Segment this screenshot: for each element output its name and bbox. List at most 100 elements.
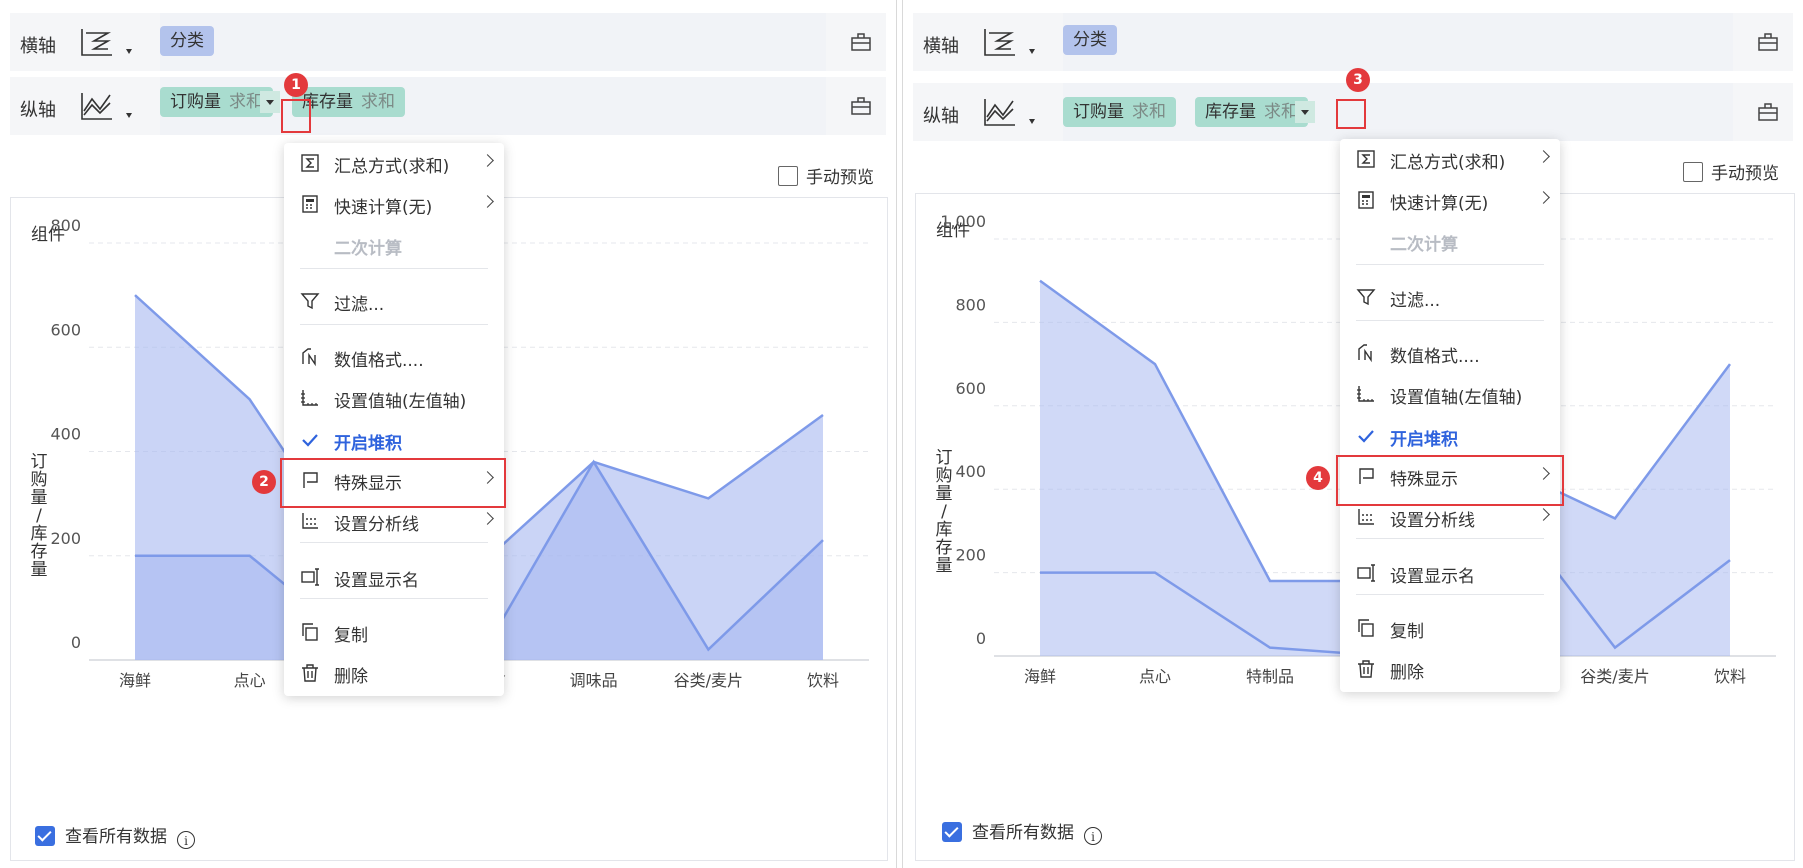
menu-separator (300, 268, 488, 269)
x-tick-label: 海鲜 (1024, 667, 1056, 686)
x-axis-caret-icon[interactable] (126, 49, 132, 54)
view-all-checkbox[interactable] (942, 822, 962, 842)
y-tick-label: 600 (955, 379, 986, 398)
measure-pill-caret-icon[interactable] (260, 91, 280, 113)
menu-item-label: 过滤... (334, 295, 385, 315)
analysis-line-icon (302, 513, 318, 529)
measure-pill-caret-icon[interactable] (1295, 101, 1315, 123)
menu-item[interactable]: 设置显示名 (284, 557, 504, 597)
menu-item[interactable]: 快速计算(无) (284, 184, 504, 224)
panel-divider (896, 0, 903, 868)
menu-item-label: 删除 (334, 667, 368, 687)
menu-item-label: 设置分析线 (334, 515, 419, 535)
highlight-box-stack (1336, 455, 1564, 506)
menu-item-label: 过滤... (1390, 291, 1441, 311)
info-icon[interactable]: i (1084, 827, 1102, 845)
menu-item[interactable]: 快速计算(无) (1340, 180, 1560, 220)
menu-separator (1356, 594, 1544, 595)
menu-item[interactable]: 设置显示名 (1340, 553, 1560, 593)
menu-item[interactable]: 过滤... (284, 281, 504, 321)
y-tick-label: 400 (955, 462, 986, 481)
menu-item[interactable]: 删除 (284, 653, 504, 693)
x-axis-caret-icon[interactable] (1029, 49, 1035, 54)
axis-settings-icon[interactable] (850, 96, 872, 116)
x-tick-label: 谷类/麦片 (674, 671, 743, 690)
value-axis-icon (301, 390, 318, 406)
view-all-data[interactable]: 查看所有数据 i (35, 822, 195, 849)
view-all-checkbox[interactable] (35, 826, 55, 846)
calculator-icon (1358, 191, 1374, 209)
dimension-pill-category[interactable]: 分类 (160, 26, 214, 56)
sigma-icon (301, 154, 319, 172)
number-format-icon (1358, 344, 1372, 363)
axis-settings-icon[interactable] (1757, 102, 1779, 122)
y-axis-row: 纵轴 订购量 求和 库存量 求和 (10, 77, 886, 135)
axis-settings-icon[interactable] (850, 32, 872, 52)
number-format-icon (302, 348, 316, 367)
menu-item[interactable]: 过滤... (1340, 277, 1560, 317)
chevron-right-icon (481, 154, 494, 167)
measure-dropdown-menu: 汇总方式(求和) 快速计算(无) 二次计算过滤... 数值格式.... 设置值轴(左值轴… (284, 143, 504, 696)
right-panel: 横轴 分类 纵轴 订购量 求和 库存量 求和 手动预览 组件 订 购 量 / 库… (903, 0, 1803, 868)
y-axis-drop-zone[interactable]: 订购量 求和 库存量 求和 (1063, 83, 1733, 141)
step-badge: 4 (1306, 466, 1330, 490)
menu-item[interactable]: 设置值轴(左值轴) (1340, 374, 1560, 414)
menu-item-label: 开启堆积 (334, 434, 402, 454)
measure-pill-order-qty[interactable]: 订购量 求和 (1063, 97, 1176, 127)
menu-item[interactable]: 数值格式.... (1340, 333, 1560, 373)
y-axis-type-icon[interactable] (981, 95, 1019, 129)
menu-item[interactable]: 开启堆积 (1340, 416, 1560, 456)
x-tick-label: 饮料 (807, 671, 839, 690)
menu-item-label: 汇总方式(求和) (334, 157, 450, 177)
chevron-right-icon (1537, 191, 1550, 204)
view-all-data[interactable]: 查看所有数据 i (942, 818, 1102, 845)
menu-separator (1356, 264, 1544, 265)
y-tick-label: 400 (50, 425, 81, 444)
y-axis-caret-icon[interactable] (126, 113, 132, 118)
x-axis-type-icon[interactable] (78, 25, 116, 59)
menu-item-label: 复制 (1390, 622, 1424, 642)
manual-preview-toggle[interactable]: 手动预览 (778, 163, 874, 188)
manual-preview-checkbox[interactable] (1683, 162, 1703, 182)
chevron-right-icon (1537, 150, 1550, 163)
measure-dropdown-menu: 汇总方式(求和) 快速计算(无) 二次计算 过滤... 数值格式.... 设置值轴(左值轴… (1340, 139, 1560, 692)
sigma-icon (1357, 150, 1375, 168)
y-tick-label: 800 (50, 216, 81, 235)
chevron-right-icon (1537, 508, 1550, 521)
menu-item[interactable]: 汇总方式(求和) (284, 143, 504, 183)
menu-item[interactable]: 设置值轴(左值轴) (284, 378, 504, 418)
menu-item-label: 设置值轴(左值轴) (334, 392, 467, 412)
menu-item[interactable]: 复制 (284, 612, 504, 652)
dimension-pill-category[interactable]: 分类 (1063, 25, 1117, 55)
highlight-box-caret (281, 99, 311, 133)
menu-separator (300, 324, 488, 325)
menu-item[interactable]: 汇总方式(求和) (1340, 139, 1560, 179)
y-tick-label: 200 (50, 529, 81, 548)
menu-item-label: 二次计算 (334, 239, 402, 259)
menu-item-label: 设置分析线 (1390, 511, 1475, 531)
menu-item[interactable]: 数值格式.... (284, 337, 504, 377)
axis-settings-icon[interactable] (1757, 32, 1779, 52)
menu-item-label: 数值格式.... (334, 351, 424, 371)
y-axis-caret-icon[interactable] (1029, 119, 1035, 124)
manual-preview-checkbox[interactable] (778, 166, 798, 186)
manual-preview-toggle[interactable]: 手动预览 (1683, 159, 1779, 184)
info-icon[interactable]: i (177, 831, 195, 849)
y-tick-label: 0 (976, 629, 986, 648)
menu-item[interactable]: 开启堆积 (284, 420, 504, 460)
menu-item: 二次计算 (284, 225, 504, 265)
menu-item[interactable]: 复制 (1340, 608, 1560, 648)
y-axis-drop-zone[interactable]: 订购量 求和 库存量 求和 (160, 77, 826, 135)
left-panel: 横轴 分类 纵轴 订购量 求和 库存量 求和 手动预览 组件 订 购 量 / 库… (0, 0, 896, 868)
measure-pill-order-qty[interactable]: 订购量 求和 (160, 87, 273, 117)
y-axis-label: 纵轴 (923, 106, 959, 127)
x-tick-label: 饮料 (1714, 667, 1746, 686)
menu-item[interactable]: 删除 (1340, 649, 1560, 689)
x-axis-drop-zone[interactable]: 分类 (1063, 13, 1733, 71)
x-axis-type-icon[interactable] (981, 25, 1019, 59)
trash-icon (302, 664, 318, 682)
measure-pill-stock-qty[interactable]: 库存量 求和 (1195, 97, 1308, 127)
y-axis-type-icon[interactable] (78, 89, 116, 123)
x-axis-drop-zone[interactable]: 分类 (160, 13, 826, 71)
x-tick-label: 特制品 (1246, 667, 1294, 686)
